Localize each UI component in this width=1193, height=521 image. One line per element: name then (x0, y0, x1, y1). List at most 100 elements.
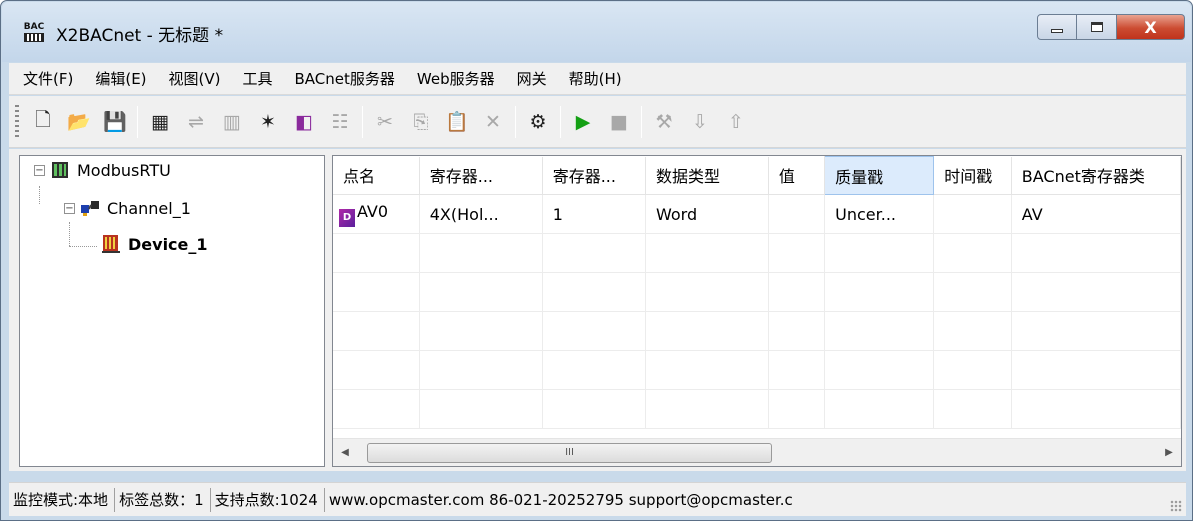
upload-icon[interactable]: ⇧ (722, 107, 750, 137)
maximize-button[interactable] (1077, 14, 1117, 40)
status-mode: 监控模式:本地 (9, 487, 116, 512)
scroll-right-icon[interactable]: ▶ (1157, 440, 1181, 466)
run-icon[interactable]: ▶ (569, 107, 597, 137)
window-controls: X (1037, 14, 1185, 42)
tree-node-device[interactable]: Device_1 (100, 234, 208, 254)
menu-help[interactable]: 帮助(H) (569, 68, 622, 89)
app-icon-bars (24, 33, 44, 42)
menu-view[interactable]: 视图(V) (169, 68, 221, 89)
menu-bacnet-server[interactable]: BACnet服务器 (295, 68, 395, 89)
column-header-register-type[interactable]: 寄存器... (419, 156, 543, 195)
status-tag-count: 标签总数：1 (115, 487, 211, 512)
tree-label: Channel_1 (107, 198, 191, 218)
tree-node-channel[interactable]: − Channel_1 (64, 198, 191, 218)
status-bar: 监控模式:本地 标签总数：1 支持点数:1024 www.opcmaster.c… (9, 482, 1186, 516)
maximize-icon (1090, 22, 1103, 32)
tree-label: Device_1 (128, 234, 208, 254)
column-header-value[interactable]: 值 (768, 156, 826, 195)
status-support: 支持点数:1024 (211, 487, 325, 512)
paste-icon[interactable]: 📋 (443, 107, 471, 137)
device-icon (100, 234, 122, 254)
add-tag-icon[interactable]: ◧ (290, 107, 318, 137)
tree-connector (69, 246, 97, 247)
column-header-timestamp[interactable]: 时间戳 (933, 156, 1012, 195)
tag-table[interactable]: 点名 寄存器... 寄存器... 数据类型 值 质量戳 时间戳 BACnet寄存… (332, 155, 1182, 467)
menu-tools[interactable]: 工具 (243, 68, 273, 89)
tag-table-grid: 点名 寄存器... 寄存器... 数据类型 值 质量戳 时间戳 BACnet寄存… (333, 156, 1181, 429)
table-row[interactable]: D AV0 4X(Hol... 1 Word Uncer... AV (333, 194, 1181, 234)
column-header-bacnet-type[interactable]: BACnet寄存器类 (1011, 156, 1181, 195)
tools-icon[interactable]: ⚒ (650, 107, 678, 137)
cell-type: Word (645, 194, 769, 234)
add-channel-icon[interactable]: ⇌ (182, 107, 210, 137)
open-folder-icon[interactable]: 📂 (65, 107, 93, 137)
add-server-icon[interactable]: ▦ (146, 107, 174, 137)
toolbar-separator (560, 105, 561, 138)
menu-edit[interactable]: 编辑(E) (95, 68, 146, 89)
cut-icon[interactable]: ✂ (371, 107, 399, 137)
channel-icon (79, 198, 101, 218)
tree-label: ModbusRTU (77, 160, 171, 180)
monitor-icon[interactable]: ⚙ (524, 107, 552, 137)
cell-value (768, 194, 826, 234)
copy-icon[interactable]: ⎘ (407, 107, 435, 137)
device-tree[interactable]: − ModbusRTU − Channel_1 Device_1 (19, 155, 325, 467)
table-header-row: 点名 寄存器... 寄存器... 数据类型 值 质量戳 时间戳 BACnet寄存… (333, 156, 1181, 195)
new-file-icon[interactable]: 🗋 (29, 107, 57, 137)
main-content: − ModbusRTU − Channel_1 Device_1 点名 寄存器.… (9, 149, 1186, 471)
properties-icon[interactable]: ☷ (326, 107, 354, 137)
table-row-empty (333, 389, 1181, 429)
cell-quality: Uncer... (824, 194, 935, 234)
resize-grip-icon[interactable] (1170, 500, 1182, 512)
minimize-icon (1051, 29, 1063, 33)
add-device-icon[interactable]: ▥ (218, 107, 246, 137)
scrollbar-track[interactable]: III (357, 440, 1157, 466)
window-title: X2BACnet - 无标题 * (56, 26, 224, 46)
tree-connector (39, 186, 40, 204)
load-icon[interactable]: ⇩ (686, 107, 714, 137)
delete-icon[interactable]: ✕ (479, 107, 507, 137)
cell-bacnet: AV (1011, 194, 1181, 234)
minimize-button[interactable] (1037, 14, 1077, 40)
collapse-toggle-icon[interactable]: − (64, 202, 75, 214)
title-bar[interactable]: BAC X2BACnet - 无标题 * X (2, 2, 1191, 62)
menu-bar: 文件(F) 编辑(E) 视图(V) 工具 BACnet服务器 Web服务器 网关… (9, 63, 1186, 95)
cell-name-text: AV0 (357, 201, 389, 221)
column-header-quality[interactable]: 质量戳 (824, 156, 935, 195)
close-button[interactable]: X (1117, 14, 1185, 40)
app-icon: BAC (22, 23, 46, 43)
cell-name: D AV0 (333, 194, 420, 234)
table-row-empty (333, 350, 1181, 390)
scrollbar-thumb[interactable]: III (367, 442, 772, 463)
column-header-data-type[interactable]: 数据类型 (645, 156, 769, 195)
toolbar-separator (641, 105, 642, 138)
app-icon-label: BAC (23, 22, 45, 32)
tag-icon: D (339, 208, 355, 227)
scroll-left-icon[interactable]: ◀ (333, 440, 357, 466)
collapse-toggle-icon[interactable]: − (34, 164, 45, 176)
menu-gateway[interactable]: 网关 (517, 68, 547, 89)
toolbar-separator (362, 105, 363, 138)
column-header-name[interactable]: 点名 (333, 156, 420, 195)
menu-web-server[interactable]: Web服务器 (417, 68, 495, 89)
server-icon (49, 160, 71, 180)
toolbar-separator (515, 105, 516, 138)
app-window: BAC X2BACnet - 无标题 * X 文件(F) 编辑(E) 视图(V)… (0, 0, 1193, 521)
cell-address: 1 (542, 194, 647, 234)
table-row-empty (333, 311, 1181, 351)
tree-node-modbusrtu[interactable]: − ModbusRTU (34, 160, 171, 180)
toolbar: 🗋 📂 💾 ▦ ⇌ ▥ ✶ ◧ ☷ ✂ ⎘ 📋 ✕ ⚙ ▶ ■ ⚒ ⇩ ⇧ (9, 96, 1186, 148)
column-header-register-address[interactable]: 寄存器... (542, 156, 647, 195)
toolbar-separator (137, 105, 138, 138)
toolbar-grip[interactable] (15, 104, 19, 139)
stop-icon[interactable]: ■ (605, 107, 633, 137)
cell-timestamp (933, 194, 1012, 234)
save-icon[interactable]: 💾 (101, 107, 129, 137)
close-icon: X (1144, 17, 1157, 37)
cell-register: 4X(Hol... (419, 194, 543, 234)
new-tag-icon[interactable]: ✶ (254, 107, 282, 137)
menu-file[interactable]: 文件(F) (23, 68, 73, 89)
status-contact: www.opcmaster.com 86-021-20252795 suppor… (328, 490, 793, 509)
tree-connector (69, 222, 70, 246)
horizontal-scrollbar[interactable]: ◀ III ▶ (333, 438, 1181, 466)
